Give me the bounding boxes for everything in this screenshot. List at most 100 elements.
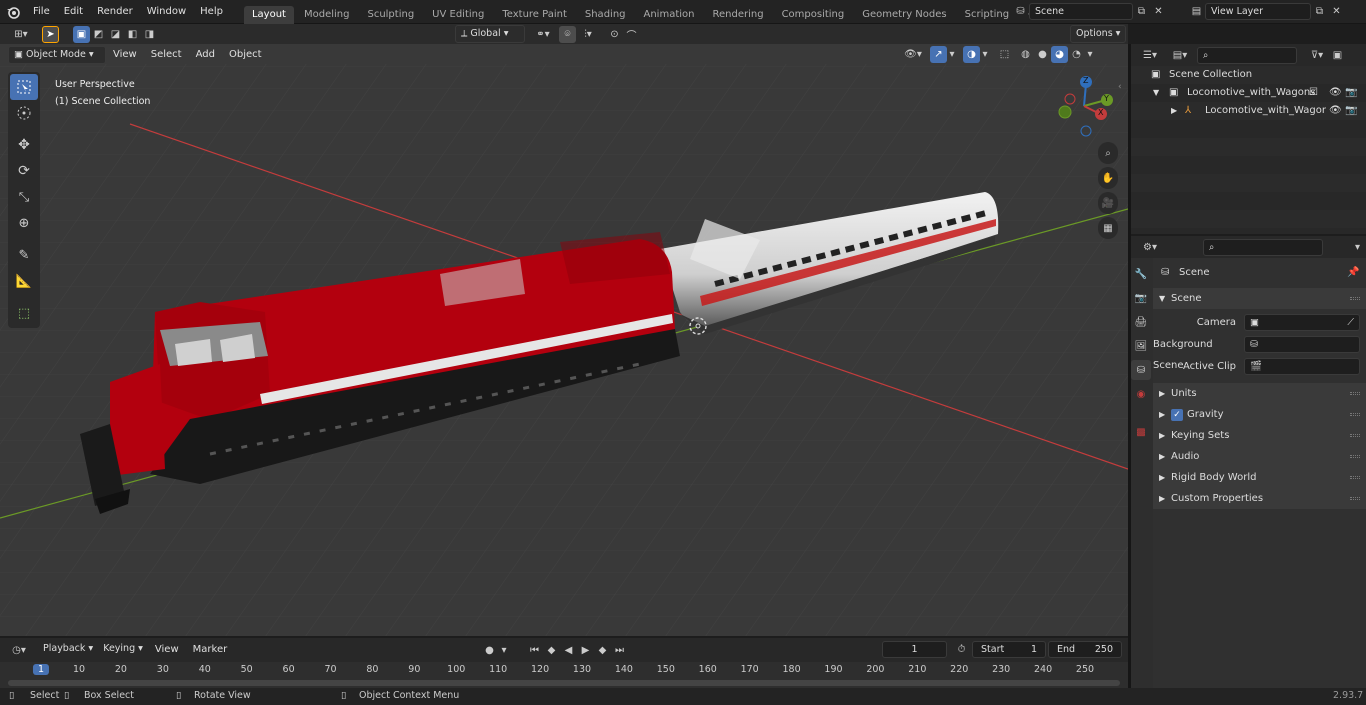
drag-handle-icon[interactable] [1350,434,1360,437]
current-frame-field[interactable]: 1 [882,641,947,658]
tab-scripting[interactable]: Scripting [957,6,1017,24]
stopwatch-icon[interactable]: ⏱ [953,641,970,658]
outliner-row-object[interactable]: ▶ ⅄ Locomotive_with_Wagor 👁 📷 [1131,102,1366,120]
view-layer-field[interactable]: View Layer [1205,3,1311,20]
sidebar-toggle-icon[interactable]: ‹ [1118,82,1122,92]
snap-icon[interactable]: ⌾ [559,25,576,43]
output-tab-icon[interactable]: 🖨 [1131,312,1151,332]
eye-icon[interactable]: 👁 [1329,84,1342,102]
checkbox-icon[interactable]: ☑ [1309,84,1318,102]
overlay-toggle-icon[interactable]: ◑ [963,46,980,63]
tab-modeling[interactable]: Modeling [296,6,358,24]
3d-viewport[interactable]: ▣ Object Mode ▾ View Select Add Object 👁… [0,44,1128,636]
timeline-marker-menu[interactable]: Marker [186,641,235,659]
gizmo-dropdown-icon[interactable]: ▾ [947,46,957,63]
eye-icon[interactable]: 👁 [1329,102,1342,120]
keying-sets-panel-header[interactable]: ▶ Keying Sets [1153,425,1366,446]
viewport-menu-object[interactable]: Object [222,46,269,63]
select-invert-icon[interactable]: ◧ [124,26,141,43]
outliner-row-scene-collection[interactable]: ▣ Scene Collection [1131,66,1366,84]
pivot-icon[interactable]: ⚭▾ [531,26,555,43]
transform-orientation-dropdown[interactable]: ⟂ Global ▾ [455,25,525,43]
properties-editor-icon[interactable]: ⚙▾ [1137,239,1163,256]
gizmo-toggle-icon[interactable]: ↗ [930,46,947,63]
navigation-gizmo[interactable]: Z Y X [1052,72,1118,138]
gravity-panel-header[interactable]: ▶ ✓ Gravity [1153,404,1366,425]
play-icon[interactable]: ▶ [577,642,594,659]
pan-hand-icon[interactable]: ✋ [1098,167,1118,189]
tab-geometry-nodes[interactable]: Geometry Nodes [854,6,954,24]
transform-tool-icon[interactable]: ⊕ [10,210,38,236]
custom-properties-panel-header[interactable]: ▶ Custom Properties [1153,488,1366,509]
select-new-icon[interactable]: ▣ [73,25,90,43]
expand-arrow-icon[interactable]: ▼ [1153,84,1159,102]
properties-search[interactable]: ⌕ [1203,238,1323,256]
world-tab-icon[interactable]: ◉ [1131,384,1151,404]
tab-sculpting[interactable]: Sculpting [359,6,422,24]
select-subtract-icon[interactable]: ◪ [107,26,124,43]
object-mode-dropdown[interactable]: ▣ Object Mode ▾ [8,45,106,64]
display-mode-icon[interactable]: ▤▾ [1167,47,1193,64]
cursor-tool-icon[interactable] [10,100,38,126]
playback-menu[interactable]: Playback ▾ [38,641,98,659]
drag-handle-icon[interactable] [1350,392,1360,395]
scale-tool-icon[interactable]: ⤡ [10,184,38,210]
camera-render-icon[interactable]: 📷 [1345,102,1357,120]
tab-rendering[interactable]: Rendering [704,6,771,24]
scene-icon[interactable]: ⛁ [1012,3,1029,20]
outliner-editor-icon[interactable]: ☰▾ [1137,47,1163,64]
copy-scene-icon[interactable]: ⧉ [1133,3,1150,20]
select-extend-icon[interactable]: ◩ [90,26,107,43]
wireframe-shading-icon[interactable]: ◍ [1017,46,1034,63]
drag-handle-icon[interactable] [1350,455,1360,458]
keying-dropdown-icon[interactable]: ▾ [498,642,510,659]
camera-field[interactable]: ▣ ⟋ [1244,314,1360,331]
scene-tab-icon[interactable]: ⛁ [1131,360,1151,380]
select-intersect-icon[interactable]: ◨ [141,26,158,43]
viewport-menu-add[interactable]: Add [189,46,222,63]
tab-compositing[interactable]: Compositing [774,6,853,24]
tool-tab-icon[interactable]: 🔧 [1131,264,1151,284]
scene-panel-header[interactable]: ▼ Scene [1153,288,1366,309]
camera-view-icon[interactable]: 🎥 [1098,192,1118,214]
shading-dropdown-icon[interactable]: ▾ [1085,46,1095,63]
end-frame-field[interactable]: End 250 [1048,641,1122,658]
auto-keying-icon[interactable]: ● [481,642,498,659]
material-shading-icon[interactable]: ◕ [1051,46,1068,63]
gravity-checkbox[interactable]: ✓ [1171,409,1183,421]
falloff-icon[interactable]: ⌒ [623,26,640,43]
rotate-tool-icon[interactable]: ⟳ [10,158,38,184]
drag-handle-icon[interactable] [1350,497,1360,500]
copy-view-layer-icon[interactable]: ⧉ [1311,3,1328,20]
tab-shading[interactable]: Shading [577,6,634,24]
viewport-menu-select[interactable]: Select [144,46,189,63]
tab-animation[interactable]: Animation [636,6,703,24]
properties-options-icon[interactable]: ▾ [1349,239,1366,256]
camera-render-icon[interactable]: 📷 [1345,84,1357,102]
timeline-editor-icon[interactable]: ◷▾ [6,642,32,659]
start-frame-field[interactable]: Start 1 [972,641,1046,658]
tab-layout[interactable]: Layout [243,5,294,24]
annotate-tool-icon[interactable]: ✎ [10,242,38,268]
menu-render[interactable]: Render [90,0,140,24]
next-keyframe-icon[interactable]: ◆ [594,642,611,659]
jump-start-icon[interactable]: ⏮ [526,642,543,659]
overlay-dropdown-icon[interactable]: ▾ [980,46,990,63]
move-tool-icon[interactable]: ✥ [10,132,38,158]
timeline-scrollbar[interactable] [8,680,1120,686]
drag-handle-icon[interactable] [1350,413,1360,416]
proportional-edit-icon[interactable]: ⊙ [606,26,623,43]
xray-icon[interactable]: ⬚ [996,46,1013,63]
menu-file[interactable]: File [26,0,57,24]
rigid-body-world-panel-header[interactable]: ▶ Rigid Body World [1153,467,1366,488]
zoom-icon[interactable]: ⌕ [1098,142,1118,164]
jump-end-icon[interactable]: ⏭ [611,642,628,659]
select-tool-icon[interactable]: ➤ [42,25,59,43]
play-reverse-icon[interactable]: ◀ [560,642,577,659]
render-tab-icon[interactable]: 📷 [1131,288,1151,308]
outliner-row-collection[interactable]: ▼ ▣ Locomotive_with_Wagons ☑ 👁 📷 [1131,84,1366,102]
outliner-search[interactable]: ⌕ [1197,46,1297,64]
perspective-toggle-icon[interactable]: ▦ [1098,217,1118,239]
audio-panel-header[interactable]: ▶ Audio [1153,446,1366,467]
keying-menu[interactable]: Keying ▾ [98,641,148,659]
